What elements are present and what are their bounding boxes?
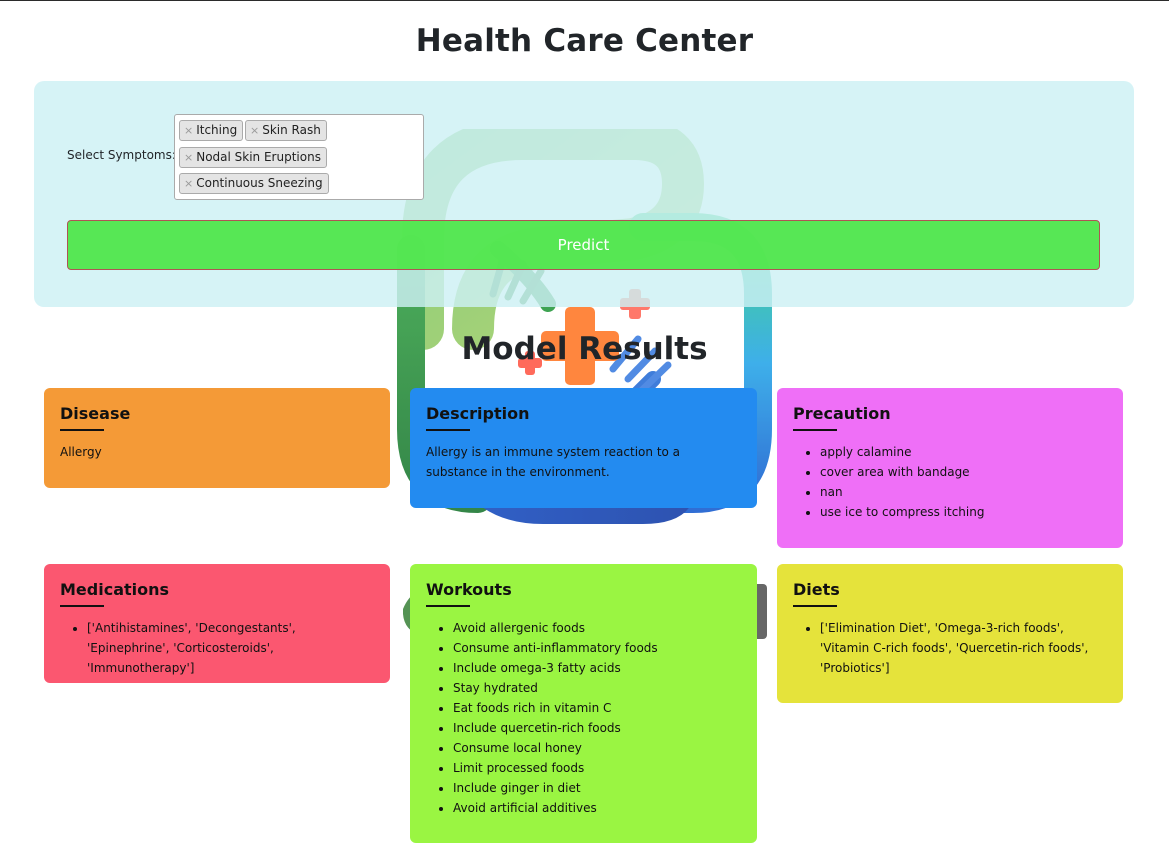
diets-card: Diets ['Elimination Diet', 'Omega-3-rich… — [777, 564, 1123, 703]
predict-button[interactable]: Predict — [67, 220, 1100, 270]
symptom-form: Select Symptoms: × Itching × Skin Rash × No… — [34, 81, 1134, 307]
list-item: Avoid allergenic foods — [453, 618, 741, 638]
list-item: Stay hydrated — [453, 678, 741, 698]
list-item: apply calamine — [820, 442, 1107, 462]
list-item: ['Antihistamines', 'Decongestants', 'Epi… — [87, 618, 374, 678]
symptom-chip[interactable]: × Continuous Sneezing — [179, 173, 329, 194]
list-item: Include quercetin-rich foods — [453, 718, 741, 738]
list-item: Avoid artificial additives — [453, 798, 741, 818]
symptoms-label: Select Symptoms: — [67, 148, 176, 162]
symptom-chip[interactable]: × Itching — [179, 120, 244, 141]
precaution-card: Precaution apply calamine cover area wit… — [777, 388, 1123, 548]
list-item: nan — [820, 482, 1107, 502]
card-heading: Diets — [793, 580, 840, 607]
medications-list: ['Antihistamines', 'Decongestants', 'Epi… — [60, 618, 374, 678]
symptom-chip-label: Nodal Skin Eruptions — [196, 150, 321, 164]
close-icon[interactable]: × — [184, 177, 193, 190]
list-item: ['Elimination Diet', 'Omega-3-rich foods… — [820, 618, 1107, 678]
symptoms-multiselect[interactable]: × Itching × Skin Rash × Nodal Skin Eruption… — [174, 114, 424, 200]
card-heading: Workouts — [426, 580, 512, 607]
symptom-chip[interactable]: × Nodal Skin Eruptions — [179, 147, 327, 168]
list-item: Limit processed foods — [453, 758, 741, 778]
card-heading: Medications — [60, 580, 169, 607]
card-heading: Disease — [60, 404, 130, 431]
disease-card: Disease Allergy — [44, 388, 390, 488]
card-heading: Description — [426, 404, 529, 431]
symptom-chip-label: Continuous Sneezing — [196, 176, 323, 190]
list-item: Consume local honey — [453, 738, 741, 758]
list-item: Eat foods rich in vitamin C — [453, 698, 741, 718]
list-item: cover area with bandage — [820, 462, 1107, 482]
symptom-chip[interactable]: × Skin Rash — [245, 120, 327, 141]
close-icon[interactable]: × — [184, 151, 193, 164]
list-item: Consume anti-inflammatory foods — [453, 638, 741, 658]
close-icon[interactable]: × — [184, 124, 193, 137]
description-card: Description Allergy is an immune system … — [410, 388, 757, 508]
medications-card: Medications ['Antihistamines', 'Deconges… — [44, 564, 390, 683]
disease-value: Allergy — [60, 445, 102, 459]
card-heading: Precaution — [793, 404, 891, 431]
close-icon[interactable]: × — [250, 124, 259, 137]
workouts-list: Avoid allergenic foods Consume anti-infl… — [426, 618, 741, 818]
list-item: use ice to compress itching — [820, 502, 1107, 522]
precaution-list: apply calamine cover area with bandage n… — [793, 442, 1107, 522]
results-title: Model Results — [461, 331, 708, 367]
workouts-card: Workouts Avoid allergenic foods Consume … — [410, 564, 757, 843]
list-item: Include omega-3 fatty acids — [453, 658, 741, 678]
list-item: Include ginger in diet — [453, 778, 741, 798]
page-title: Health Care Center — [415, 23, 754, 59]
symptom-chip-label: Itching — [196, 123, 238, 137]
description-value: Allergy is an immune system reaction to … — [426, 445, 681, 479]
symptom-chip-label: Skin Rash — [262, 123, 321, 137]
diets-list: ['Elimination Diet', 'Omega-3-rich foods… — [793, 618, 1107, 678]
